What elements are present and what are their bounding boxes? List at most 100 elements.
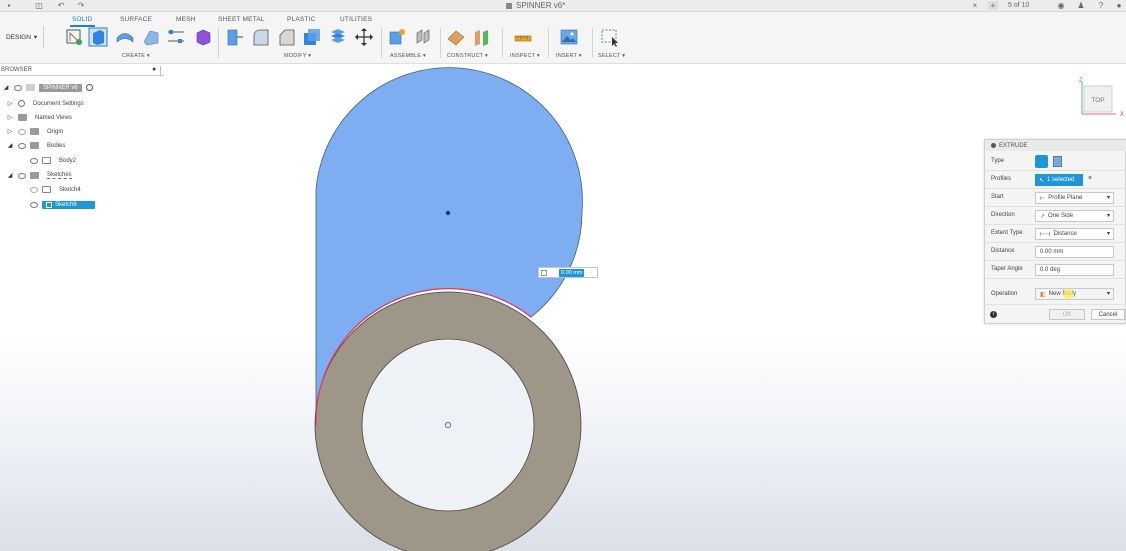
operation-select[interactable]: ◧ New Body ▾ [1035, 288, 1114, 300]
measure-icon[interactable] [513, 27, 533, 47]
toolbar-ribbon: SOLID SURFACE MESH SHEET METAL PLASTIC U… [0, 12, 1126, 64]
chevron-down-icon: ▾ [1106, 291, 1110, 297]
extrude-type-solid-button[interactable] [1035, 155, 1048, 168]
undo-icon[interactable]: ↶ [56, 1, 66, 10]
save-icon[interactable]: ◫ [34, 1, 44, 10]
eye-icon[interactable] [14, 84, 22, 91]
activate-radio-icon[interactable] [85, 84, 93, 91]
eye-icon[interactable] [18, 142, 26, 149]
collapse-icon[interactable]: ◢ [6, 172, 14, 179]
offset-plane-icon[interactable] [446, 27, 466, 47]
combine-icon[interactable] [328, 27, 348, 47]
tab-surface[interactable]: SURFACE [120, 16, 152, 23]
help-icon[interactable]: ? [1096, 1, 1106, 10]
tab-sheet-metal[interactable]: SHEET METAL [218, 16, 265, 23]
tab-solid[interactable]: SOLID [70, 16, 94, 27]
revolve-icon[interactable] [115, 27, 135, 47]
new-component-icon[interactable] [387, 27, 407, 47]
sketch-center-point[interactable] [445, 210, 451, 216]
inspect-menu[interactable]: INSPECT ▾ [510, 53, 540, 59]
collapse-icon[interactable]: ◢ [6, 142, 14, 149]
taper-angle-input[interactable]: 0.0 deg [1035, 264, 1114, 276]
extrude-header: EXTRUDE [985, 140, 1126, 151]
browser-item-document-settings[interactable]: ▷ Document Settings [6, 98, 84, 109]
expand-icon[interactable]: ▷ [6, 128, 14, 135]
folder-icon [30, 128, 39, 135]
sketch-icon [42, 186, 51, 193]
clear-selection-icon[interactable]: × [1088, 175, 1092, 182]
tab-mesh[interactable]: MESH [176, 16, 196, 23]
create-menu[interactable]: CREATE ▾ [122, 53, 150, 59]
start-row: Start ⊢ Profile Plane ▾ [985, 189, 1126, 207]
browser-item-sketches[interactable]: ◢ Sketches [6, 170, 72, 181]
extrude-icon[interactable] [88, 27, 108, 47]
expand-icon[interactable]: ▷ [6, 100, 14, 107]
browser-item-root[interactable]: ◢ SPINNER v6 [2, 82, 93, 93]
profiles-selection-button[interactable]: ↖ 1 selected [1035, 174, 1083, 186]
create-sketch-icon[interactable] [64, 27, 84, 47]
distance-dimension-input[interactable]: 0.00 mm ⋮ [538, 267, 598, 278]
construct-menu[interactable]: CONSTRUCT ▾ [447, 53, 488, 59]
sweep-icon[interactable] [141, 27, 161, 47]
pin-icon[interactable]: ● [152, 66, 156, 73]
eye-icon[interactable] [30, 186, 38, 193]
notifications-icon[interactable]: ♟ [1076, 1, 1086, 10]
chevron-down-icon: ▾ [1106, 231, 1110, 237]
eye-icon[interactable] [30, 201, 38, 208]
fillet-icon[interactable] [251, 27, 271, 47]
axis-z-label: Z [1079, 78, 1083, 84]
start-select[interactable]: ⊢ Profile Plane ▾ [1035, 192, 1114, 204]
modify-menu[interactable]: MODIFY ▾ [284, 53, 311, 59]
direction-select[interactable]: ↗ One Side ▾ [1035, 210, 1114, 222]
cursor-highlight [1063, 289, 1073, 299]
job-status[interactable]: 5 of 10 [1008, 0, 1029, 12]
assemble-menu[interactable]: ASSEMBLE ▾ [390, 53, 426, 59]
online-status-icon[interactable]: ◉ [1056, 1, 1066, 10]
tab-plastic[interactable]: PLASTIC [287, 16, 316, 23]
tab-utilities[interactable]: UTILITIES [340, 16, 372, 23]
browser-item-named-views[interactable]: ▷ Named Views [6, 112, 72, 123]
distance-input[interactable]: 0.00 mm [1035, 246, 1114, 258]
view-cube[interactable]: TOP X Z [1076, 74, 1124, 124]
press-pull-icon[interactable] [225, 27, 245, 47]
browser-item-bodies[interactable]: ◢ Bodies [6, 140, 65, 151]
expand-icon[interactable]: ▷ [6, 114, 14, 121]
move-copy-icon[interactable] [354, 27, 374, 47]
body-face[interactable] [361, 338, 535, 512]
arrow-handle-icon[interactable] [541, 269, 547, 276]
eye-icon[interactable] [18, 128, 26, 135]
info-icon[interactable]: i [990, 311, 997, 318]
midplane-icon[interactable] [472, 27, 492, 47]
cancel-button[interactable]: Cancel [1091, 309, 1125, 320]
chamfer-icon[interactable] [277, 27, 297, 47]
select-menu[interactable]: SELECT ▾ [598, 53, 625, 59]
new-tab-icon[interactable]: + [988, 1, 998, 10]
create-form-icon[interactable] [193, 27, 213, 47]
browser-item-body2[interactable]: Body2 [30, 155, 76, 166]
joint-icon[interactable] [413, 27, 433, 47]
collapse-icon[interactable]: ◢ [2, 84, 10, 91]
select-icon[interactable] [600, 27, 620, 47]
user-avatar[interactable]: ● [1114, 1, 1124, 10]
extent-type-select[interactable]: ⊢⊣ Distance ▾ [1035, 228, 1114, 240]
viewcube-face-label[interactable]: TOP [1091, 97, 1104, 104]
browser-item-sketch6[interactable]: Sketch6 [30, 199, 95, 210]
collapse-dot-icon[interactable] [991, 143, 996, 148]
close-tab-icon[interactable]: × [970, 1, 980, 10]
insert-image-icon[interactable] [559, 27, 579, 47]
loft-icon[interactable] [166, 27, 186, 47]
ok-button[interactable]: OK [1049, 309, 1085, 320]
document-title: SPINNER v6* [506, 1, 565, 10]
insert-menu[interactable]: INSERT ▾ [556, 53, 582, 59]
browser-item-sketch4[interactable]: Sketch4 [30, 184, 81, 195]
shell-icon[interactable] [302, 27, 322, 47]
browser-item-origin[interactable]: ▷ Origin [6, 126, 63, 137]
workspace-switcher[interactable]: DESIGN ▾ [0, 26, 44, 48]
extrude-type-thin-button[interactable] [1053, 156, 1062, 167]
app-menu-icon[interactable]: ▪ [4, 1, 14, 10]
folder-icon [18, 114, 27, 121]
eye-icon[interactable] [18, 172, 26, 179]
more-options-icon[interactable]: ⋮ [588, 269, 594, 276]
eye-icon[interactable] [30, 157, 38, 164]
redo-icon[interactable]: ↷ [76, 1, 86, 10]
